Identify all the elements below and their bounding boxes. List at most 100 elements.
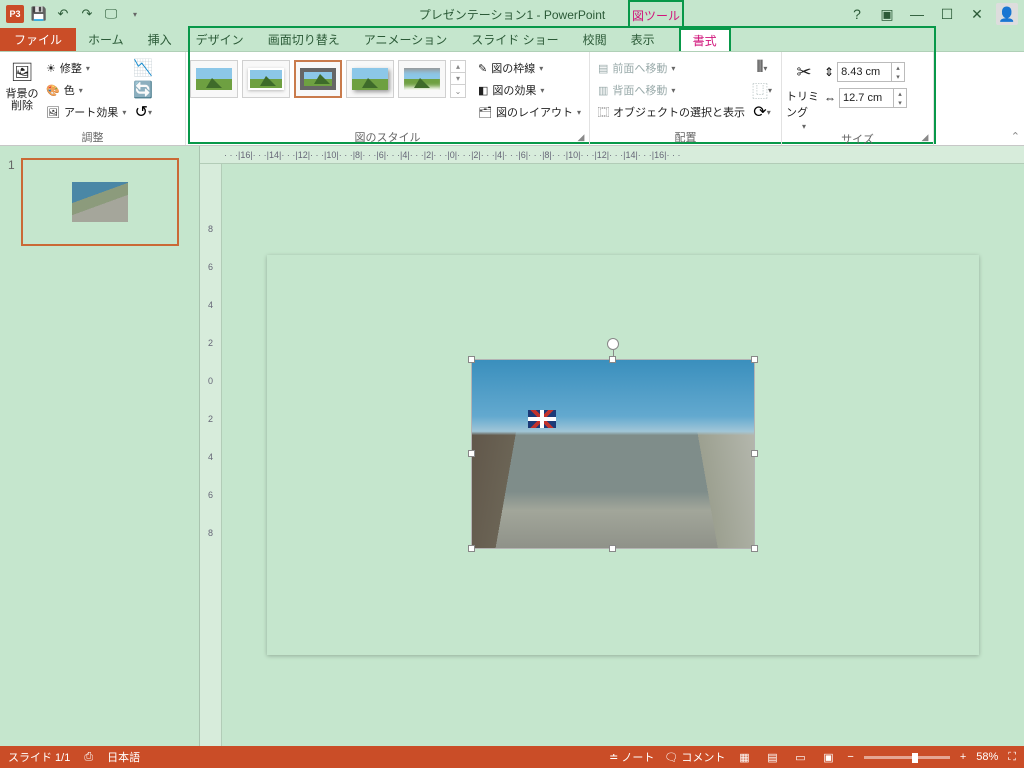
crop-button[interactable]: ✂ トリミング ▾	[786, 54, 822, 131]
slideshow-view-icon[interactable]: ▣	[819, 750, 837, 764]
picture-effects-button[interactable]: ◧図の効果▾	[474, 80, 585, 100]
tab-review[interactable]: 校閲	[571, 28, 619, 51]
zoom-slider[interactable]	[864, 756, 950, 759]
close-icon[interactable]: ✕	[966, 3, 988, 25]
change-picture-button[interactable]: 🔄	[132, 80, 154, 100]
group-adjust: 🖼 背景の 削除 ☀修整▾ 🎨色▾ 🖼アート効果▾ 📉 🔄 ↺▾ 調整	[0, 52, 186, 145]
tab-insert[interactable]: 挿入	[136, 28, 184, 51]
resize-handle-bl[interactable]	[468, 545, 475, 552]
corrections-button[interactable]: ☀修整▾	[42, 58, 130, 78]
slide[interactable]	[267, 255, 979, 655]
save-icon[interactable]: 💾	[28, 3, 50, 25]
color-label: 色	[64, 82, 75, 98]
width-icon: ⇔	[824, 91, 836, 105]
bring-forward-button[interactable]: ▤前面へ移動▾	[594, 58, 749, 78]
spin-up-icon[interactable]: ▴	[894, 89, 906, 98]
send-backward-button[interactable]: ▥背面へ移動▾	[594, 80, 749, 100]
style-item-1[interactable]	[190, 60, 238, 98]
width-input[interactable]: 12.7 cm ▴▾	[839, 88, 907, 108]
palette-icon: 🎨	[46, 84, 60, 97]
maximize-icon[interactable]: ☐	[936, 3, 958, 25]
resize-handle-tr[interactable]	[751, 356, 758, 363]
compress-picture-button[interactable]: 📉	[132, 58, 154, 78]
rotate-handle[interactable]	[607, 338, 619, 350]
reset-picture-button[interactable]: ↺▾	[132, 102, 154, 122]
artistic-effects-button[interactable]: 🖼アート効果▾	[42, 102, 130, 122]
tab-file[interactable]: ファイル	[0, 28, 76, 51]
rotate-button[interactable]: ⟳▾	[751, 102, 773, 122]
selection-pane-button[interactable]: ⿴オブジェクトの選択と表示	[594, 102, 749, 122]
picture-content	[472, 360, 754, 548]
group-button[interactable]: ⿶▾	[751, 80, 773, 100]
redo-icon[interactable]: ↷	[76, 3, 98, 25]
resize-handle-br[interactable]	[751, 545, 758, 552]
workspace: 1 · · ·|16|· · ·|14|· · ·|12|· · ·|10|· …	[0, 146, 1024, 746]
help-icon[interactable]: ?	[846, 3, 868, 25]
style-item-2[interactable]	[242, 60, 290, 98]
spell-check-icon[interactable]: ⎙	[84, 751, 93, 764]
ribbon-display-icon[interactable]: ▣	[876, 3, 898, 25]
remove-background-button[interactable]: 🖼 背景の 削除	[4, 54, 40, 112]
collapse-ribbon-icon[interactable]: ⌃	[1011, 130, 1020, 143]
vertical-ruler: 864202468	[200, 164, 222, 746]
spin-down-icon[interactable]: ▾	[892, 72, 904, 81]
spin-up-icon[interactable]: ▴	[892, 63, 904, 72]
size-dialog-launcher[interactable]: ◢	[919, 131, 931, 143]
slide-thumbnail-1[interactable]	[21, 158, 179, 246]
style-item-4[interactable]	[346, 60, 394, 98]
gallery-more-icon[interactable]: ⌄	[451, 85, 465, 97]
gallery-up-icon[interactable]: ▴	[451, 61, 465, 73]
notes-label: ノート	[621, 752, 654, 764]
account-icon[interactable]: 👤	[996, 3, 1018, 25]
tab-format[interactable]: 書式	[679, 28, 731, 51]
styles-dialog-launcher[interactable]: ◢	[575, 131, 587, 143]
language-indicator[interactable]: 日本語	[107, 749, 140, 765]
resize-handle-mr[interactable]	[751, 450, 758, 457]
style-item-5[interactable]	[398, 60, 446, 98]
style-item-3[interactable]	[294, 60, 342, 98]
color-button[interactable]: 🎨色▾	[42, 80, 130, 100]
zoom-knob[interactable]	[912, 753, 918, 763]
undo-icon[interactable]: ↶	[52, 3, 74, 25]
notes-button[interactable]: ≐ ノート	[609, 749, 654, 765]
tab-design[interactable]: デザイン	[184, 28, 256, 51]
picture-layout-button[interactable]: 🗂図のレイアウト▾	[474, 102, 585, 122]
resize-handle-bm[interactable]	[609, 545, 616, 552]
sorter-view-icon[interactable]: ▤	[763, 750, 781, 764]
minimize-icon[interactable]: —	[906, 3, 928, 25]
comments-button[interactable]: 🗨 コメント	[664, 749, 725, 765]
align-button[interactable]: ⫴▾	[751, 58, 773, 78]
picture-border-button[interactable]: ✎図の枠線▾	[474, 58, 585, 78]
normal-view-icon[interactable]: ▦	[735, 750, 753, 764]
tab-slideshow[interactable]: スライド ショー	[459, 28, 570, 51]
height-input[interactable]: 8.43 cm ▴▾	[837, 62, 905, 82]
resize-handle-tl[interactable]	[468, 356, 475, 363]
gallery-down-icon[interactable]: ▾	[451, 73, 465, 85]
pencil-icon: ✎	[478, 62, 487, 75]
repeat-icon[interactable]: 🖵	[100, 3, 122, 25]
selected-picture[interactable]	[471, 359, 755, 549]
canvas[interactable]	[222, 164, 1024, 746]
sun-icon: ☀	[46, 62, 56, 75]
qat-more-icon[interactable]: ▾	[124, 3, 146, 25]
resize-handle-tm[interactable]	[609, 356, 616, 363]
picture-style-gallery: ▴ ▾ ⌄	[190, 54, 466, 98]
tab-animation[interactable]: アニメーション	[352, 28, 460, 51]
ruler-tick: 2	[208, 338, 213, 348]
app-icon: P3	[6, 5, 24, 23]
zoom-value[interactable]: 58%	[976, 751, 998, 763]
slide-counter: スライド 1/1	[8, 749, 70, 765]
ruler-tick: 0	[208, 376, 213, 386]
thumbnail-image	[72, 182, 128, 222]
tab-home[interactable]: ホーム	[76, 28, 136, 51]
tab-view[interactable]: 表示	[619, 28, 667, 51]
zoom-in-icon[interactable]: +	[960, 751, 966, 763]
spin-down-icon[interactable]: ▾	[894, 98, 906, 107]
zoom-out-icon[interactable]: −	[847, 751, 853, 763]
group-size-label: サイズ	[786, 131, 929, 147]
fit-to-window-icon[interactable]: ⛶	[1008, 751, 1016, 764]
reading-view-icon[interactable]: ▭	[791, 750, 809, 764]
tab-transition[interactable]: 画面切り替え	[256, 28, 352, 51]
resize-handle-ml[interactable]	[468, 450, 475, 457]
contextual-tab-label: 図ツール	[628, 0, 684, 28]
